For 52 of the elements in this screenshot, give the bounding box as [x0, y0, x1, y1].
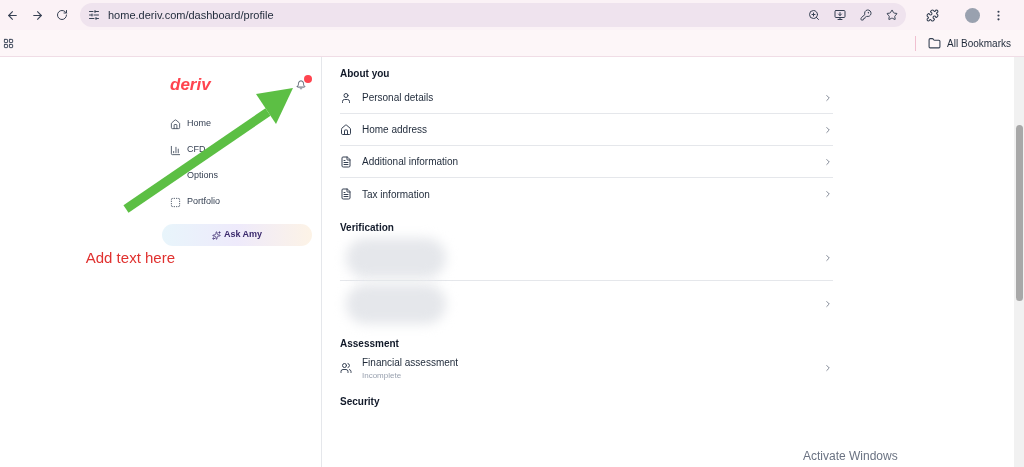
all-bookmarks-button[interactable]: All Bookmarks — [915, 35, 1011, 51]
extensions-icon[interactable] — [926, 8, 939, 22]
home-icon — [170, 118, 181, 130]
section-heading: Security — [340, 395, 381, 409]
chevron-icon — [823, 253, 833, 263]
section-heading: About you — [340, 67, 391, 81]
row-status: Incomplete — [362, 369, 403, 382]
nav-item[interactable]: CFD — [170, 137, 312, 163]
profile-row[interactable]: Financial assessment Incomplete — [340, 352, 833, 384]
scrollbar[interactable] — [1014, 57, 1024, 467]
activation-notice: Activate Windows — [803, 448, 898, 465]
profile-row[interactable]: Home address — [340, 114, 833, 146]
row-label: Personal details — [362, 91, 435, 105]
profile-row[interactable]: Tax information — [340, 178, 833, 210]
ask-amy-button[interactable]: Ask Amy — [162, 224, 312, 246]
forward-icon[interactable] — [31, 8, 44, 22]
chevron-icon — [823, 298, 833, 309]
nav-item[interactable]: Options — [170, 163, 312, 189]
key-icon[interactable] — [860, 9, 872, 21]
row-label: Additional information — [362, 155, 460, 169]
sparkle-icon — [211, 230, 221, 240]
nav-item[interactable]: Home — [170, 111, 312, 137]
row-label: Financial assessment — [362, 355, 460, 370]
nav-item[interactable]: Portfolio — [170, 189, 312, 215]
home-icon — [340, 123, 352, 136]
chevron-icon — [823, 92, 833, 103]
notification-icon[interactable] — [296, 80, 306, 90]
reload-icon[interactable] — [56, 9, 68, 21]
annotation-text: Add text here — [85, 248, 175, 268]
chevron-icon — [823, 189, 833, 199]
document-icon — [340, 155, 352, 168]
row-label: Tax information — [362, 187, 431, 202]
row-label: Home address — [362, 123, 429, 137]
chevron-icon — [823, 124, 833, 135]
people-icon — [340, 362, 352, 374]
chart-icon — [170, 144, 181, 156]
address-bar[interactable]: home.deriv.com/dashboard/profile — [80, 3, 906, 27]
user-icon — [340, 91, 352, 104]
profile-row[interactable]: Additional information — [340, 146, 833, 178]
url-text: home.deriv.com/dashboard/profile — [108, 7, 275, 23]
install-icon[interactable] — [834, 9, 846, 21]
document-icon — [340, 188, 352, 200]
chevron-icon — [823, 156, 833, 167]
star-icon[interactable] — [886, 9, 898, 21]
section-heading: Assessment — [340, 337, 400, 351]
site-settings-icon[interactable] — [88, 9, 100, 21]
back-icon[interactable] — [6, 8, 19, 22]
profile-row[interactable]: Personal details — [340, 82, 833, 114]
zoom-icon[interactable] — [808, 9, 820, 21]
apps-icon[interactable] — [3, 37, 14, 49]
chevron-icon — [823, 363, 833, 373]
section-heading: Verification — [340, 221, 395, 235]
